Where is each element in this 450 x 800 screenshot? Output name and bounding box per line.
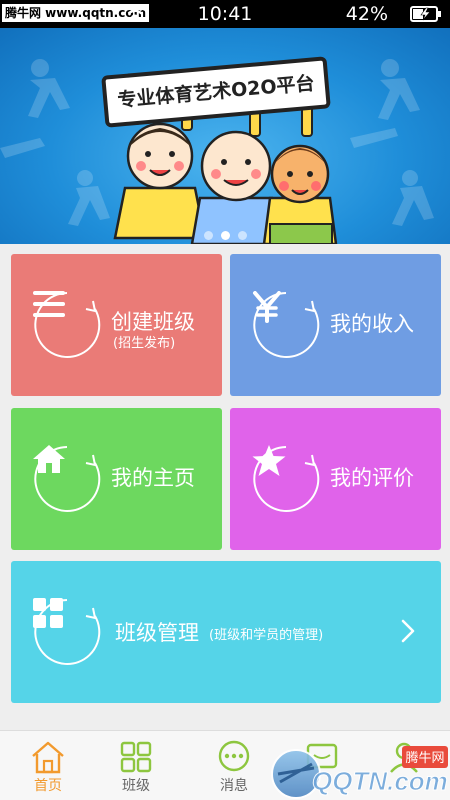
my-reviews-button[interactable]: 我的评价 bbox=[230, 408, 441, 550]
banner-page-indicator bbox=[0, 225, 450, 244]
chat-icon bbox=[218, 740, 250, 772]
my-income-button[interactable]: 我的收入 bbox=[230, 254, 441, 396]
nav-home[interactable]: 首页 bbox=[18, 731, 78, 800]
svg-text:腾牛网: 腾牛网 bbox=[405, 750, 444, 766]
class-management-label: 班级管理 bbox=[115, 621, 199, 645]
nav-classes-label: 班级 bbox=[122, 778, 150, 794]
list-icon bbox=[33, 291, 101, 359]
my-reviews-label: 我的评价 bbox=[330, 466, 414, 490]
create-class-icon-badge bbox=[33, 291, 101, 359]
my-reviews-icon-badge bbox=[252, 445, 320, 513]
page-dot[interactable] bbox=[237, 231, 247, 240]
nav-messages-label: 消息 bbox=[220, 778, 248, 794]
grid-icon bbox=[120, 741, 152, 773]
yen-icon bbox=[252, 291, 320, 359]
my-homepage-button[interactable]: 我的主页 bbox=[11, 408, 222, 550]
create-class-sublabel: (招生发布) bbox=[113, 336, 176, 351]
home-icon bbox=[32, 741, 64, 774]
class-management-sublabel: (班级和学员的管理) bbox=[209, 628, 324, 643]
page-dot-active[interactable] bbox=[220, 231, 230, 240]
my-income-label: 我的收入 bbox=[330, 312, 414, 336]
nav-home-label: 首页 bbox=[34, 778, 62, 794]
qqtn-watermark-logo: QQTN.com 腾牛网 bbox=[271, 746, 448, 799]
my-homepage-label: 我的主页 bbox=[111, 466, 195, 490]
battery-charging-icon bbox=[410, 6, 441, 22]
chevron-right-icon bbox=[401, 619, 415, 643]
banner-illustration bbox=[0, 59, 434, 244]
my-homepage-icon-badge bbox=[33, 445, 101, 513]
class-management-button[interactable]: 班级管理 (班级和学员的管理) bbox=[11, 561, 441, 703]
status-bar: 腾牛网 www.qqtn.com 10:41 42% bbox=[0, 0, 450, 28]
nav-classes[interactable]: 班级 bbox=[106, 731, 166, 800]
svg-text:QQTN.com: QQTN.com bbox=[312, 766, 448, 796]
battery-percent: 42% bbox=[345, 3, 388, 25]
nav-messages[interactable]: 消息 bbox=[204, 731, 264, 800]
page-dot[interactable] bbox=[203, 231, 213, 240]
promo-banner[interactable]: 专业体育艺术O2O平台 bbox=[0, 28, 450, 244]
my-income-icon-badge bbox=[252, 291, 320, 359]
create-class-label: 创建班级 bbox=[111, 310, 195, 334]
create-class-button[interactable]: 创建班级 (招生发布) bbox=[11, 254, 222, 396]
star-icon bbox=[252, 445, 320, 513]
grid-icon bbox=[33, 598, 101, 666]
house-icon bbox=[33, 445, 101, 513]
class-management-icon-badge bbox=[33, 598, 101, 666]
